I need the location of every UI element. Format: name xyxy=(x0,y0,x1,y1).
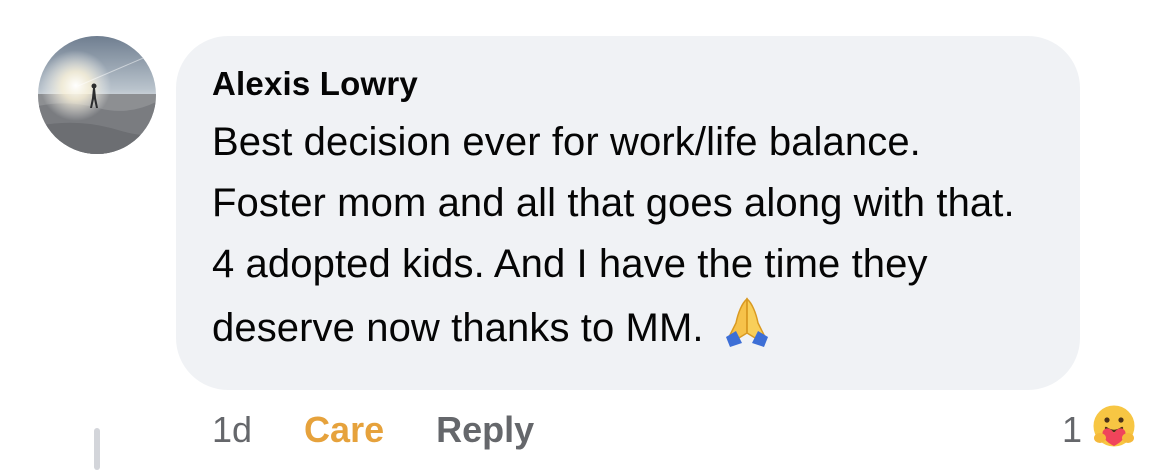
care-reaction-button[interactable]: Care xyxy=(304,409,384,451)
thread-line xyxy=(94,428,100,470)
comment-body: Best decision ever for work/life balance… xyxy=(212,112,1044,367)
comment-timestamp[interactable]: 1d xyxy=(212,409,252,451)
comment-bubble: Alexis Lowry Best decision ever for work… xyxy=(176,36,1080,390)
avatar-photo xyxy=(38,36,156,154)
reaction-count: 1 xyxy=(1061,409,1082,450)
folded-hands-icon xyxy=(720,295,774,367)
care-reaction-icon xyxy=(1088,400,1140,461)
avatar[interactable] xyxy=(38,36,156,154)
comment-text: Best decision ever for work/life balance… xyxy=(212,120,1015,350)
comment-author[interactable]: Alexis Lowry xyxy=(212,62,1044,106)
reaction-summary[interactable]: 1 xyxy=(1061,402,1140,456)
comment-actions: 1d Care Reply xyxy=(212,404,534,456)
reply-button[interactable]: Reply xyxy=(436,409,534,451)
